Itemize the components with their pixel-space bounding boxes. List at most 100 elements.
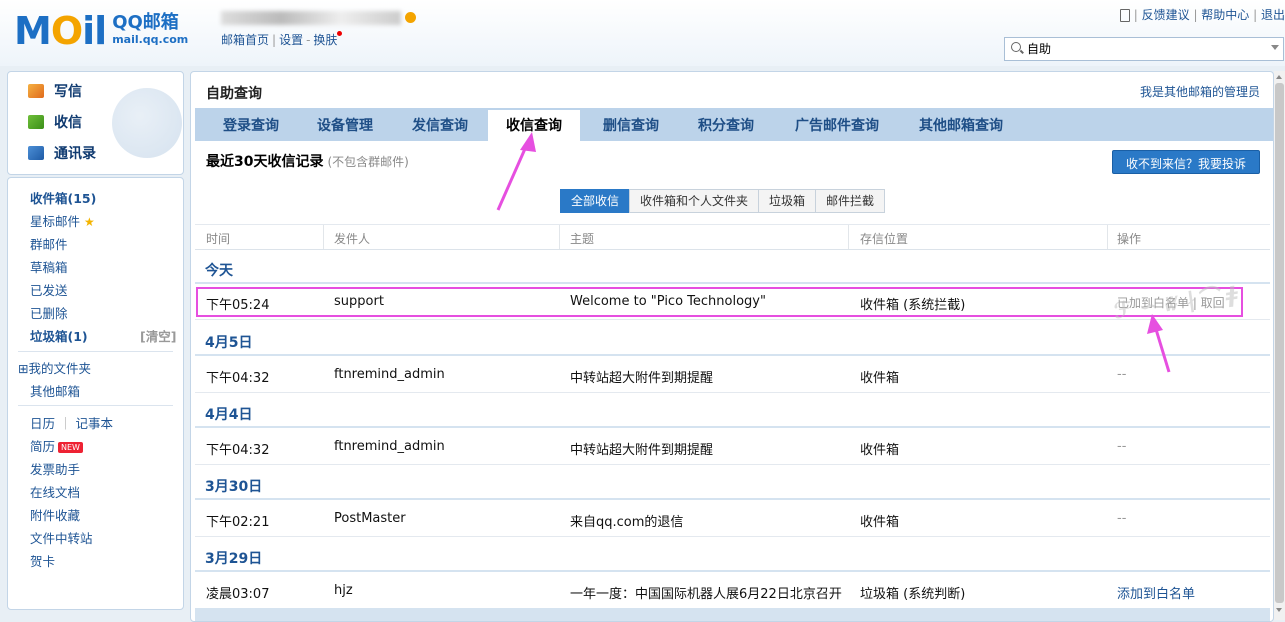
my-folders[interactable]: ⊞我的文件夹 <box>18 358 91 377</box>
admin-link[interactable]: 我是其他邮箱的管理员 <box>1140 83 1260 100</box>
tab-other-mailbox-query[interactable]: 其他邮箱查询 <box>907 108 1015 141</box>
contacts-button[interactable]: 通讯录 <box>28 141 96 165</box>
filter-spam[interactable]: 垃圾箱 <box>758 189 817 213</box>
tab-receive-query[interactable]: 收信查询 <box>488 110 580 141</box>
redacted-account <box>221 10 401 25</box>
invoice-link[interactable]: 发票助手 <box>30 459 80 478</box>
day-label: 3月29日 <box>205 551 263 567</box>
folder-spam[interactable]: 垃圾箱(1) [清空] <box>30 326 176 345</box>
row-sender: ftnremind_admin <box>334 439 445 454</box>
other-mailboxes[interactable]: 其他邮箱 <box>30 381 80 400</box>
main-panel: 自助查询 我是其他邮箱的管理员 登录查询 设备管理 发信查询 收信查询 删信查询… <box>190 71 1274 622</box>
notes-link[interactable]: 记事本 <box>75 416 113 431</box>
row-sender: hjz <box>334 583 353 598</box>
table-row[interactable]: 凌晨03:07 hjz 一年一度：中国国际机器人展6月22日北京召开 垃圾箱 (… <box>195 573 1270 609</box>
row-subject[interactable]: 中转站超大附件到期提醒 <box>570 367 713 386</box>
logo-domain: mail.qq.com <box>112 33 189 46</box>
feedback-link[interactable]: 反馈建议 <box>1142 8 1190 22</box>
search-dropdown-icon[interactable] <box>1271 45 1279 50</box>
tab-ad-mail-query[interactable]: 广告邮件查询 <box>783 108 891 141</box>
logo-mark: MOil <box>14 9 107 53</box>
tab-login-query[interactable]: 登录查询 <box>211 108 291 141</box>
vip-coin-icon[interactable] <box>405 12 416 23</box>
row-subject[interactable]: Welcome to "Pico Technology" <box>570 294 766 309</box>
row-action: -- <box>1117 367 1127 382</box>
transfer-link[interactable]: 文件中转站 <box>30 528 93 547</box>
row-location: 收件箱 <box>860 371 900 386</box>
logo-brand: QQ邮箱 <box>112 12 179 33</box>
help-link[interactable]: 帮助中心 <box>1201 8 1249 22</box>
row-time: 凌晨03:07 <box>206 587 270 602</box>
add-whitelist-link[interactable]: 添加到白名单 <box>1117 583 1195 602</box>
filter-group: 全部收信 收件箱和个人文件夹 垃圾箱 邮件拦截 <box>560 189 886 213</box>
new-badge: NEW <box>58 442 83 453</box>
scrollbar[interactable] <box>1274 71 1285 620</box>
calendar-link[interactable]: 日历 <box>30 416 55 431</box>
row-subject[interactable]: 中转站超大附件到期提醒 <box>570 439 713 458</box>
resume-link[interactable]: 简历 NEW <box>30 436 83 455</box>
receive-icon <box>28 115 44 129</box>
row-time: 下午04:32 <box>206 443 270 458</box>
filter-inbox-folders[interactable]: 收件箱和个人文件夹 <box>629 189 760 213</box>
settings-link[interactable]: 设置 <box>279 33 303 47</box>
cards-link[interactable]: 贺卡 <box>30 551 55 570</box>
folder-groups[interactable]: 群邮件 <box>30 234 68 253</box>
row-subject[interactable]: 一年一度：中国国际机器人展6月22日北京召开 <box>570 583 842 602</box>
logout-link[interactable]: 退出 <box>1261 8 1285 22</box>
section-note: (不包含群邮件) <box>327 155 409 169</box>
table-row[interactable]: 下午04:32 ftnremind_admin 中转站超大附件到期提醒 收件箱 … <box>195 357 1270 393</box>
account-links: 邮箱首页 | 设置 - 换肤 <box>221 31 343 48</box>
compose-icon <box>28 84 44 98</box>
docs-link[interactable]: 在线文档 <box>30 482 80 501</box>
phone-icon[interactable] <box>1119 9 1130 22</box>
col-action: 操作 <box>1117 232 1142 246</box>
row-sender: support <box>334 294 384 309</box>
contacts-icon <box>28 146 44 160</box>
folder-starred[interactable]: 星标邮件 ★ <box>30 211 95 230</box>
row-time: 下午05:24 <box>206 298 270 313</box>
penguin-decoration-icon <box>112 88 182 158</box>
mailbox-home-link[interactable]: 邮箱首页 <box>221 33 269 47</box>
col-time: 时间 <box>206 232 231 246</box>
scroll-thumb[interactable] <box>1275 83 1284 603</box>
tab-device-management[interactable]: 设备管理 <box>305 108 385 141</box>
scroll-up-icon[interactable] <box>1276 75 1282 79</box>
row-location: 收件箱 <box>860 443 900 458</box>
table-row[interactable]: 下午04:32 ftnremind_admin 中转站超大附件到期提醒 收件箱 … <box>195 429 1270 465</box>
filter-all[interactable]: 全部收信 <box>560 189 631 213</box>
attachments-link[interactable]: 附件收藏 <box>30 505 80 524</box>
folder-drafts[interactable]: 草稿箱 <box>30 257 68 276</box>
day-label: 今天 <box>205 263 233 279</box>
scroll-down-icon[interactable] <box>1276 608 1282 612</box>
row-sender: PostMaster <box>334 511 406 526</box>
folder-sent[interactable]: 已发送 <box>30 280 68 299</box>
folder-list: 收件箱(15) 星标邮件 ★ 群邮件 草稿箱 已发送 已删除 垃圾箱(1) [清空… <box>7 177 184 610</box>
search-input[interactable] <box>1027 40 1257 56</box>
row-action: -- <box>1117 511 1127 526</box>
folder-inbox[interactable]: 收件箱(15) <box>30 188 96 207</box>
page-title: 自助查询 <box>206 86 262 102</box>
row-time: 下午02:21 <box>206 515 270 530</box>
receive-button[interactable]: 收信 <box>28 110 82 134</box>
qq-mail-logo[interactable]: MOil QQ邮箱 mail.qq.com <box>14 8 188 54</box>
tab-send-query[interactable]: 发信查询 <box>400 108 480 141</box>
complain-button[interactable]: 收不到来信？我要投诉 <box>1112 150 1260 174</box>
star-icon: ★ <box>84 215 95 229</box>
row-subject[interactable]: 来自qq.com的退信 <box>570 511 683 530</box>
empty-spam-link[interactable]: [清空] <box>140 326 176 345</box>
filter-blocked[interactable]: 邮件拦截 <box>815 189 886 213</box>
row-location: 垃圾箱 (系统判断) <box>860 587 966 602</box>
table-header: 时间 发件人 主题 存信位置 操作 <box>195 224 1270 250</box>
account-name <box>221 10 416 25</box>
compose-button[interactable]: 写信 <box>28 79 82 103</box>
row-action: -- <box>1117 439 1127 454</box>
folder-deleted[interactable]: 已删除 <box>30 303 68 322</box>
table-row[interactable]: 下午02:21 PostMaster 来自qq.com的退信 收件箱 -- <box>195 501 1270 537</box>
quick-actions-panel: 写信 收信 通讯录 <box>7 71 184 175</box>
day-label: 4月4日 <box>205 407 253 423</box>
change-skin-link[interactable]: 换肤 <box>313 33 337 47</box>
tab-delete-query[interactable]: 删信查询 <box>591 108 671 141</box>
search-box[interactable] <box>1004 37 1284 61</box>
table-row[interactable]: 下午05:24 support Welcome to "Pico Technol… <box>195 284 1270 320</box>
tab-points-query[interactable]: 积分查询 <box>686 108 766 141</box>
